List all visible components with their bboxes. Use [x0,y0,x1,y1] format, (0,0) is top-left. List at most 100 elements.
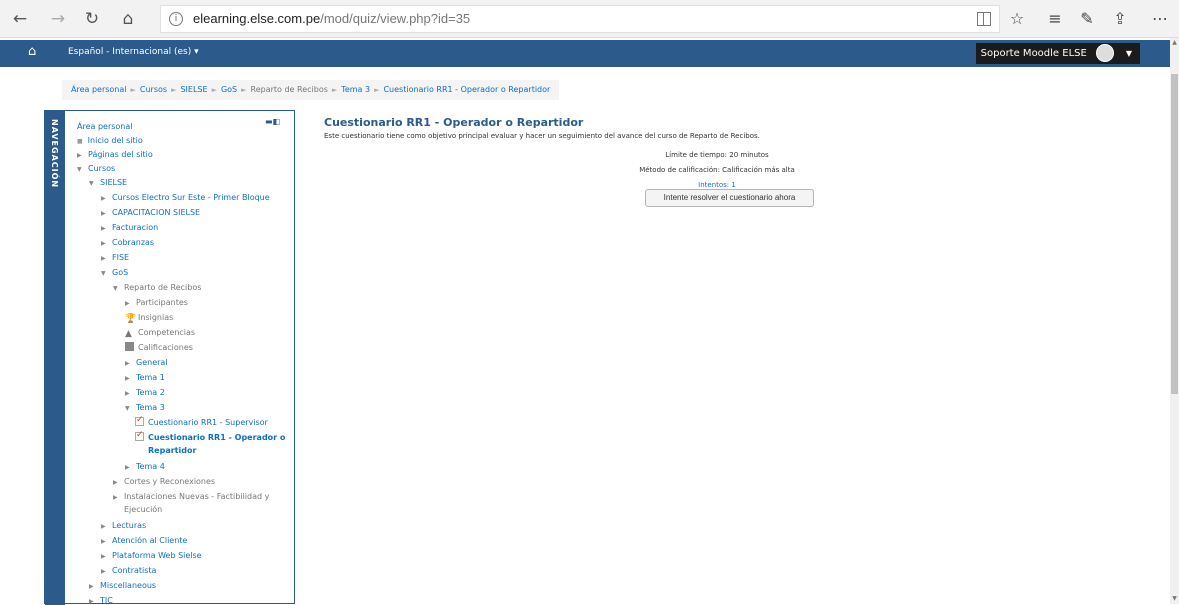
breadcrumb-item[interactable]: Tema 3 [341,85,370,94]
expand-arrow-icon: ▶ [113,479,118,486]
expand-arrow-icon: ▶ [101,523,106,530]
collapse-arrow-icon: ▼ [101,270,106,277]
expand-arrow-icon: ▶ [125,375,130,382]
nav-tema-2[interactable]: ▶ Tema 2 [125,387,165,399]
expand-arrow-icon: ▶ [125,390,130,397]
breadcrumb-separator-icon: ► [241,86,247,94]
nav-facturacion[interactable]: ▶ Facturacion [101,222,158,234]
expand-arrow-icon: ▶ [125,464,130,471]
nav-cursos[interactable]: ▼ Cursos [77,163,115,175]
collapse-arrow-icon: ▼ [77,166,82,173]
nav-calificaciones[interactable]: Calificaciones [125,342,193,353]
site-home-icon[interactable]: ⌂ [28,44,36,59]
pen-icon[interactable]: ✎ [1075,7,1099,31]
nav-inicio-del-sitio[interactable]: ■ Inicio del sitio [77,135,143,147]
user-name: Soporte Moodle ELSE [980,48,1087,59]
scroll-up-icon[interactable]: ▲ [1170,38,1179,48]
breadcrumb-separator-icon: ► [331,86,338,94]
scroll-thumb[interactable] [1171,74,1178,394]
navigation-tree: Área personal ■ Inicio del sitio ▶ Páginas… [65,111,294,605]
expand-arrow-icon: ▶ [101,255,106,262]
expand-arrow-icon: ▶ [101,538,106,545]
page-scrollbar[interactable]: ▲ ▼ [1170,38,1179,604]
expand-arrow-icon: ▶ [125,360,130,367]
user-menu[interactable]: Soporte Moodle ELSE ▼ [975,43,1140,64]
navigation-tab[interactable]: NAVEGACIÓN [45,111,65,605]
nav-cobranzas[interactable]: ▶ Cobranzas [101,237,154,249]
nav-participantes[interactable]: ▶ Participantes [125,297,188,309]
favorites-list-icon[interactable]: ≡ [1043,7,1067,31]
collapse-arrow-icon: ▼ [113,285,118,292]
nav-area-personal[interactable]: Área personal [77,121,133,132]
browser-toolbar: ← → ↻ ⌂ i elearning.else.com.pe/mod/quiz… [0,0,1179,38]
caret-down-icon: ▼ [1125,49,1132,58]
nav-general[interactable]: ▶ General [125,357,168,369]
nav-sielse[interactable]: ▼ SIELSE [89,177,127,189]
forward-icon[interactable]: → [46,7,70,31]
reading-view-icon[interactable] [977,12,991,26]
home-icon[interactable]: ⌂ [116,7,140,31]
back-icon[interactable]: ← [8,7,32,31]
attempt-quiz-button[interactable]: Intente resolver el cuestionario ahora [645,189,814,207]
breadcrumb-separator-icon: ► [374,86,380,94]
more-icon[interactable]: ⋯ [1148,7,1172,31]
nav-contratista[interactable]: ▶ Contratista [101,565,156,577]
nav-miscellaneous[interactable]: ▶ Miscellaneous [89,580,156,592]
bullet-icon: ■ [77,138,83,145]
share-icon[interactable]: ⇪ [1108,7,1132,31]
expand-arrow-icon: ▶ [101,225,106,232]
avatar [1096,44,1114,62]
nav-cuestionario-operador[interactable]: Cuestionario RR1 - Operador o [135,430,285,443]
nav-instalaciones-nuevas[interactable]: ▶ Instalaciones Nuevas - Factibilidad y [113,491,269,503]
breadcrumb-item[interactable]: Reparto de Recibos [251,85,328,94]
nav-instalaciones-nuevas-cont[interactable]: Ejecución [124,504,162,515]
nav-plataforma-web-sielse[interactable]: ▶ Plataforma Web Sielse [101,550,202,562]
refresh-icon[interactable]: ↻ [80,7,104,31]
nav-cursos-electro-sur-este[interactable]: ▶ Cursos Electro Sur Este - Primer Bloque [101,192,270,204]
page-title: Cuestionario RR1 - Operador o Repartidor [324,116,584,129]
expand-arrow-icon: ▶ [125,300,130,307]
nav-cuestionario-operador-cont[interactable]: Repartidor [148,445,196,456]
nav-paginas-del-sitio[interactable]: ▶ Páginas del sitio [77,149,153,161]
nav-cuestionario-supervisor[interactable]: Cuestionario RR1 - Supervisor [135,415,268,428]
time-limit: Límite de tiempo: 20 minutos [665,151,769,159]
expand-arrow-icon: ▶ [89,583,94,590]
grades-table-icon [125,342,134,351]
breadcrumb-item[interactable]: Cursos [140,85,167,94]
nav-tema-1[interactable]: ▶ Tema 1 [125,372,165,384]
breadcrumb-separator-icon: ► [171,86,177,94]
nav-atencion-al-cliente[interactable]: ▶ Atención al Cliente [101,535,187,547]
attempts-link[interactable]: Intentos: 1 [567,181,867,189]
favorite-star-icon[interactable]: ☆ [1005,7,1029,31]
nav-insignias[interactable]: 🏆 Insignias [125,312,173,324]
scroll-down-icon[interactable]: ▼ [1170,594,1179,604]
info-icon[interactable]: i [169,12,183,26]
expand-arrow-icon: ▶ [101,553,106,560]
breadcrumb-item[interactable]: Cuestionario RR1 - Operador o Repartidor [383,85,550,94]
collapse-arrow-icon: ▼ [125,405,130,412]
nav-cortes-y-reconexiones[interactable]: ▶ Cortes y Reconexiones [113,476,215,488]
competency-icon: ▲ [125,329,132,339]
nav-gos[interactable]: ▼ GoS [101,267,128,279]
breadcrumb-separator-icon: ► [211,86,217,94]
trophy-icon: 🏆 [125,314,137,324]
breadcrumb-item[interactable]: SIELSE [180,85,207,94]
nav-fise[interactable]: ▶ FISE [101,252,129,264]
navigation-tab-label: NAVEGACIÓN [50,119,59,189]
breadcrumb-item[interactable]: Área personal [71,85,127,94]
quiz-icon [135,415,144,426]
url-text[interactable]: elearning.else.com.pe/mod/quiz/view.php?… [193,11,470,26]
breadcrumb-item[interactable]: GoS [221,85,237,94]
nav-tema-4[interactable]: ▶ Tema 4 [125,461,165,473]
nav-competencias[interactable]: ▲ Competencias [125,327,195,339]
nav-lecturas[interactable]: ▶ Lecturas [101,520,146,532]
breadcrumb: Área personal ► Cursos ► SIELSE ► GoS ► Reparto … [62,80,560,100]
collapse-arrow-icon: ▼ [89,180,94,187]
quiz-icon [135,430,144,441]
language-menu[interactable]: Español - Internacional (es) ▾ [68,47,199,57]
address-bar[interactable]: i elearning.else.com.pe/mod/quiz/view.ph… [160,5,1000,33]
nav-reparto-de-recibos[interactable]: ▼ Reparto de Recibos [113,282,201,294]
breadcrumb-separator-icon: ► [130,86,136,94]
nav-tema-3[interactable]: ▼ Tema 3 [125,402,165,414]
nav-capacitacion-sielse[interactable]: ▶ CAPACITACION SIELSE [101,207,200,219]
